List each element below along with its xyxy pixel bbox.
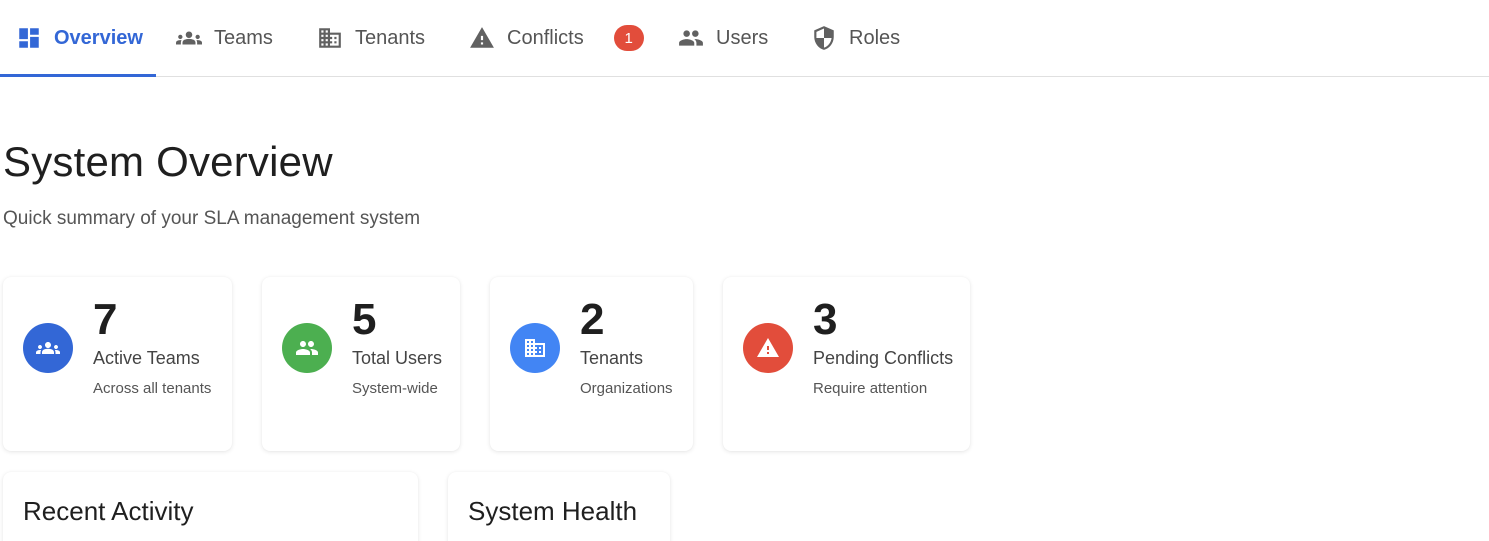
- tab-teams[interactable]: Teams: [160, 0, 289, 76]
- warning-icon: [743, 323, 793, 373]
- tab-label: Tenants: [355, 26, 426, 49]
- stat-label: Total Users: [352, 348, 443, 368]
- stat-label: Tenants: [580, 348, 644, 368]
- stat-value: 7: [93, 295, 118, 344]
- groups-icon: [23, 323, 73, 373]
- groups-icon: [176, 25, 202, 51]
- page-subtitle: Quick summary of your SLA management sys…: [3, 208, 421, 229]
- building-icon: [510, 323, 560, 373]
- tab-users[interactable]: Users: [662, 0, 784, 76]
- stat-caption: Organizations: [580, 380, 673, 397]
- conflicts-count-badge: 1: [613, 25, 644, 51]
- stat-value: 3: [813, 295, 838, 344]
- tab-label: Users: [716, 26, 769, 49]
- system-health-panel: System Health: [448, 472, 670, 541]
- nav-tabs: Overview Teams Tenants Conflicts 1 Users…: [0, 0, 1489, 77]
- tab-conflicts[interactable]: Conflicts 1: [453, 0, 660, 76]
- tab-overview[interactable]: Overview: [0, 0, 156, 77]
- stat-card-total-users: 5 Total Users System-wide: [262, 277, 460, 451]
- tab-label: Conflicts: [507, 26, 584, 49]
- stat-card-pending-conflicts: 3 Pending Conflicts Require attention: [723, 277, 970, 451]
- stat-label: Pending Conflicts: [813, 348, 954, 368]
- recent-activity-panel: Recent Activity: [3, 472, 418, 541]
- people-icon: [282, 323, 332, 373]
- panel-title: Recent Activity: [23, 496, 194, 526]
- stat-caption: Require attention: [813, 380, 928, 397]
- panel-title: System Health: [468, 496, 638, 526]
- shield-icon: [811, 25, 837, 51]
- people-icon: [678, 25, 704, 51]
- tab-roles[interactable]: Roles: [795, 0, 916, 76]
- dashboard-icon: [16, 25, 42, 51]
- tab-label: Overview: [54, 26, 143, 49]
- page-title: System Overview: [3, 138, 333, 185]
- tab-label: Roles: [849, 26, 901, 49]
- stat-value: 5: [352, 295, 377, 344]
- tab-label: Teams: [214, 26, 273, 49]
- stat-value: 2: [580, 295, 605, 344]
- building-icon: [317, 25, 343, 51]
- tab-tenants[interactable]: Tenants: [301, 0, 441, 76]
- stat-card-active-teams: 7 Active Teams Across all tenants: [3, 277, 232, 451]
- stat-card-tenants: 2 Tenants Organizations: [490, 277, 693, 451]
- warning-icon: [469, 25, 495, 51]
- stat-label: Active Teams: [93, 348, 200, 368]
- stat-caption: Across all tenants: [93, 380, 212, 397]
- stat-caption: System-wide: [352, 380, 438, 397]
